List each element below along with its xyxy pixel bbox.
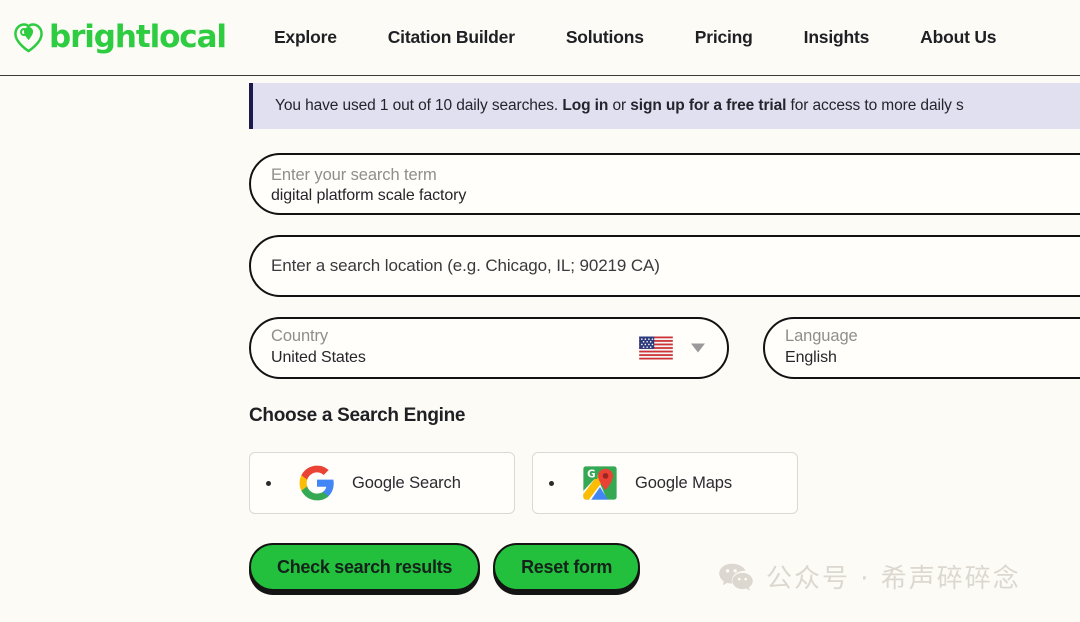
chevron-down-icon[interactable] (691, 343, 705, 353)
engine-option-google-maps[interactable]: G Google Maps (532, 452, 798, 514)
nav-item-insights[interactable]: Insights (804, 21, 870, 54)
radio-dot[interactable] (549, 480, 554, 486)
nav-item-citation-builder[interactable]: Citation Builder (388, 21, 515, 54)
banner-prefix: You have used 1 out of 10 daily searches… (275, 97, 563, 114)
nav-item-pricing[interactable]: Pricing (695, 21, 753, 54)
search-location-placeholder: Enter a search location (e.g. Chicago, I… (271, 256, 660, 275)
search-term-field[interactable]: Enter your search term digital platform … (249, 153, 1080, 215)
language-label: Language (785, 327, 858, 346)
site-header: brightlocal Explore Citation Builder Sol… (0, 0, 1080, 76)
google-g-icon (299, 465, 334, 501)
reset-form-button[interactable]: Reset form (493, 543, 641, 591)
language-value: English (785, 348, 837, 366)
search-term-value[interactable]: digital platform scale factory (271, 185, 1080, 207)
brand-logo[interactable]: brightlocal (13, 19, 227, 55)
page-root: brightlocal Explore Citation Builder Sol… (0, 0, 1080, 622)
search-location-field[interactable]: Enter a search location (e.g. Chicago, I… (249, 235, 1080, 297)
check-search-results-button[interactable]: Check search results (249, 543, 481, 591)
us-flag-icon (639, 336, 673, 360)
google-maps-icon: G (583, 466, 617, 500)
banner-text: You have used 1 out of 10 daily searches… (275, 97, 964, 115)
locale-row: Country United States Language English (249, 317, 1080, 379)
search-term-label: Enter your search term (271, 165, 437, 184)
signup-link[interactable]: sign up for a free trial (630, 97, 786, 114)
country-select[interactable]: Country United States (249, 317, 729, 379)
search-engine-options: Google Search G Google Maps (249, 452, 1080, 514)
banner-middle: or (608, 97, 631, 114)
brand-name: brightlocal (49, 19, 227, 55)
nav-item-explore[interactable]: Explore (274, 21, 337, 54)
engine-label-google-search: Google Search (352, 473, 461, 492)
search-engine-title: Choose a Search Engine (249, 405, 466, 426)
banner-suffix: for access to more daily s (786, 97, 964, 114)
main-nav: Explore Citation Builder Solutions Prici… (274, 21, 997, 54)
heart-pin-icon (14, 23, 43, 53)
login-link[interactable]: Log in (562, 97, 608, 114)
form-actions: Check search results Reset form (249, 543, 1080, 591)
daily-search-limit-banner: You have used 1 out of 10 daily searches… (249, 83, 1080, 129)
engine-label-google-maps: Google Maps (635, 473, 733, 492)
main-content: You have used 1 out of 10 daily searches… (249, 76, 1080, 591)
engine-option-google-search[interactable]: Google Search (249, 452, 515, 514)
radio-dot[interactable] (266, 480, 271, 486)
nav-item-about-us[interactable]: About Us (920, 21, 996, 54)
svg-text:G: G (587, 468, 595, 480)
language-select[interactable]: Language English (763, 317, 1080, 379)
nav-item-solutions[interactable]: Solutions (566, 21, 644, 54)
